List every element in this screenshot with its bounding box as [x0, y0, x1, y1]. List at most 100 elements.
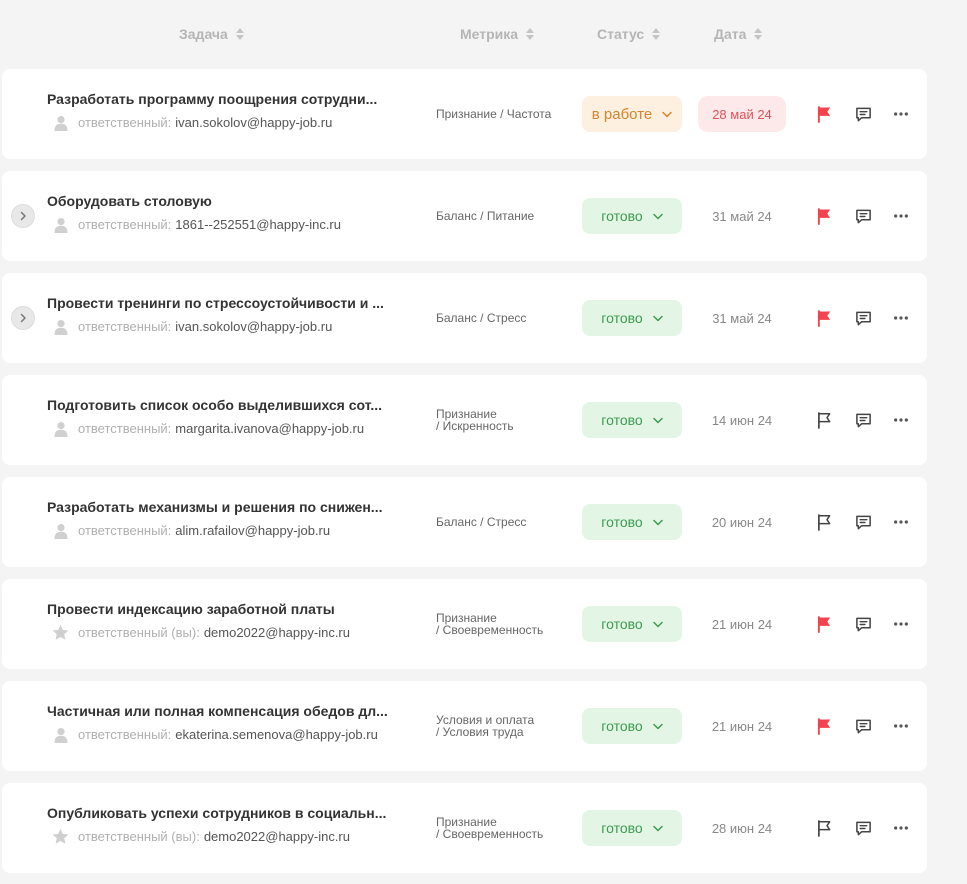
task-assignee: ответственный (вы): demo2022@happy-inc.ru — [52, 828, 350, 845]
more-options-icon[interactable] — [892, 105, 910, 123]
flag-outline-icon[interactable] — [815, 411, 833, 429]
task-metric: Условия и оплата / Условия труда — [436, 714, 576, 738]
flag-outline-icon[interactable] — [815, 819, 833, 837]
metric-line: Признание / Частота — [436, 107, 552, 121]
metric-line: Баланс / Стресс — [436, 515, 527, 529]
user-icon — [52, 420, 69, 437]
task-row[interactable]: Опубликовать успехи сотрудников в социал… — [2, 783, 927, 873]
status-label: готово — [601, 412, 643, 428]
status-label: готово — [601, 514, 643, 530]
status-dropdown[interactable]: в работе — [582, 96, 682, 132]
chevron-right-icon — [18, 313, 28, 323]
assignee-email: demo2022@happy-inc.ru — [203, 625, 350, 640]
column-header-date-label: Дата — [714, 26, 747, 42]
more-options-icon[interactable] — [892, 411, 910, 429]
status-dropdown[interactable]: готово — [582, 708, 682, 744]
task-due-date[interactable]: 21 июн 24 — [698, 606, 786, 642]
status-dropdown[interactable]: готово — [582, 810, 682, 846]
column-header-metric[interactable]: Метрика — [460, 26, 535, 42]
flag-filled-icon[interactable] — [815, 309, 833, 327]
task-title[interactable]: Опубликовать успехи сотрудников в социал… — [47, 805, 407, 821]
task-title[interactable]: Провести индексацию заработной платы — [47, 601, 407, 617]
more-options-icon[interactable] — [892, 615, 910, 633]
flag-filled-icon[interactable] — [815, 207, 833, 225]
task-title[interactable]: Провести тренинги по стрессоустойчивости… — [47, 295, 407, 311]
task-due-date[interactable]: 14 июн 24 — [698, 402, 786, 438]
comment-icon[interactable] — [854, 207, 872, 225]
task-metric: Признание / Частота — [436, 108, 576, 120]
assignee-label: ответственный: — [78, 115, 172, 130]
task-title[interactable]: Оборудовать столовую — [47, 193, 407, 209]
status-dropdown[interactable]: готово — [582, 402, 682, 438]
task-due-date[interactable]: 28 июн 24 — [698, 810, 786, 846]
expand-subtasks-button[interactable] — [11, 204, 35, 228]
task-due-date[interactable]: 20 июн 24 — [698, 504, 786, 540]
metric-line: / Своевременность — [436, 827, 544, 841]
comment-icon[interactable] — [854, 819, 872, 837]
more-options-icon[interactable] — [892, 207, 910, 225]
sort-icon — [526, 28, 535, 40]
flag-filled-icon[interactable] — [815, 615, 833, 633]
comment-icon[interactable] — [854, 513, 872, 531]
comment-icon[interactable] — [854, 411, 872, 429]
column-header-task[interactable]: Задача — [179, 26, 244, 42]
comment-icon[interactable] — [854, 615, 872, 633]
chevron-down-icon — [652, 315, 663, 322]
status-label: готово — [601, 616, 643, 632]
task-due-date[interactable]: 21 июн 24 — [698, 708, 786, 744]
column-header-metric-label: Метрика — [460, 26, 519, 42]
assignee-email: ivan.sokolov@happy-job.ru — [175, 319, 333, 334]
column-header-status[interactable]: Статус — [597, 26, 661, 42]
status-label: готово — [601, 310, 643, 326]
column-header-date[interactable]: Дата — [714, 26, 763, 42]
chevron-down-icon — [652, 213, 663, 220]
assignee-email: margarita.ivanova@happy-job.ru — [175, 421, 365, 436]
task-title[interactable]: Разработать программу поощрения сотрудни… — [47, 91, 407, 107]
task-assignee: ответственный: ivan.sokolov@happy-job.ru — [52, 114, 332, 131]
assignee-email: alim.rafailov@happy-job.ru — [175, 523, 331, 538]
more-options-icon[interactable] — [892, 819, 910, 837]
flag-filled-icon[interactable] — [815, 105, 833, 123]
task-title[interactable]: Подготовить список особо выделившихся со… — [47, 397, 407, 413]
task-due-date[interactable]: 31 май 24 — [698, 198, 786, 234]
flag-outline-icon[interactable] — [815, 513, 833, 531]
task-row[interactable]: Разработать программу поощрения сотрудни… — [2, 69, 927, 159]
comment-icon[interactable] — [854, 717, 872, 735]
task-row[interactable]: Оборудовать столовую ответственный: 1861--… — [2, 171, 927, 261]
metric-line: / Искренность — [436, 419, 514, 433]
more-options-icon[interactable] — [892, 717, 910, 735]
status-dropdown[interactable]: готово — [582, 504, 682, 540]
chevron-down-icon — [652, 417, 663, 424]
status-dropdown[interactable]: готово — [582, 606, 682, 642]
task-row[interactable]: Частичная или полная компенсация обедов … — [2, 681, 927, 771]
task-due-date[interactable]: 31 май 24 — [698, 300, 786, 336]
expand-subtasks-button[interactable] — [11, 306, 35, 330]
comment-icon[interactable] — [854, 309, 872, 327]
assignee-label: ответственный: — [78, 523, 172, 538]
metric-line: / Условия труда — [436, 725, 524, 739]
task-title[interactable]: Частичная или полная компенсация обедов … — [47, 703, 407, 719]
more-options-icon[interactable] — [892, 309, 910, 327]
task-title[interactable]: Разработать механизмы и решения по сниже… — [47, 499, 407, 515]
chevron-down-icon — [662, 111, 672, 118]
more-options-icon[interactable] — [892, 513, 910, 531]
column-header-task-label: Задача — [179, 26, 228, 42]
chevron-right-icon — [18, 211, 28, 221]
status-label: в работе — [591, 105, 653, 123]
task-row[interactable]: Подготовить список особо выделившихся со… — [2, 375, 927, 465]
status-dropdown[interactable]: готово — [582, 300, 682, 336]
chevron-down-icon — [652, 621, 663, 628]
task-assignee: ответственный: margarita.ivanova@happy-jo… — [52, 420, 364, 437]
task-due-date[interactable]: 28 май 24 — [698, 96, 786, 132]
status-dropdown[interactable]: готово — [582, 198, 682, 234]
assignee-label: ответственный (вы): — [78, 829, 200, 844]
assignee-email: demo2022@happy-inc.ru — [203, 829, 350, 844]
task-metric: Баланс / Питание — [436, 210, 576, 222]
user-icon — [52, 318, 69, 335]
task-row[interactable]: Провести тренинги по стрессоустойчивости… — [2, 273, 927, 363]
status-label: готово — [601, 820, 643, 836]
task-row[interactable]: Провести индексацию заработной платы отве… — [2, 579, 927, 669]
flag-filled-icon[interactable] — [815, 717, 833, 735]
comment-icon[interactable] — [854, 105, 872, 123]
task-row[interactable]: Разработать механизмы и решения по сниже… — [2, 477, 927, 567]
